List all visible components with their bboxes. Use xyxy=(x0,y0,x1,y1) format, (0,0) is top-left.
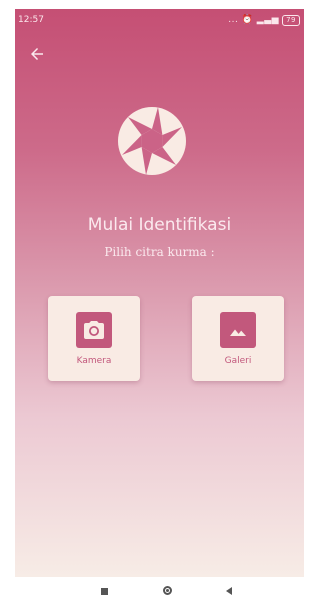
camera-icon xyxy=(76,312,112,348)
battery-icon: 79 xyxy=(282,14,300,26)
status-signal-icons: ... ⏰ ▂▃▅ xyxy=(228,15,280,25)
back-triangle-icon[interactable] xyxy=(226,587,232,595)
home-circle-icon[interactable] xyxy=(163,586,172,595)
gallery-option-label: Galeri xyxy=(224,356,252,366)
gallery-option-button[interactable]: Galeri xyxy=(192,296,284,381)
status-time: 12:57 xyxy=(18,15,44,25)
status-indicators: ... ⏰ ▂▃▅ 79 xyxy=(228,14,300,26)
status-bar: 12:57 ... ⏰ ▂▃▅ 79 xyxy=(15,9,304,31)
recents-square-icon[interactable] xyxy=(101,588,108,595)
page-title: Mulai Identifikasi xyxy=(87,215,232,235)
aperture-icon xyxy=(118,107,186,175)
app-screen: 12:57 ... ⏰ ▂▃▅ 79 Mulai Identifikasi Pi… xyxy=(15,9,304,577)
image-icon xyxy=(220,312,256,348)
page-subtitle: Pilih citra kurma : xyxy=(104,245,215,259)
system-navigation-bar xyxy=(0,582,305,601)
arrow-left-icon xyxy=(31,48,43,60)
camera-option-label: Kamera xyxy=(76,356,112,366)
back-button[interactable] xyxy=(25,42,49,66)
camera-option-button[interactable]: Kamera xyxy=(48,296,140,381)
